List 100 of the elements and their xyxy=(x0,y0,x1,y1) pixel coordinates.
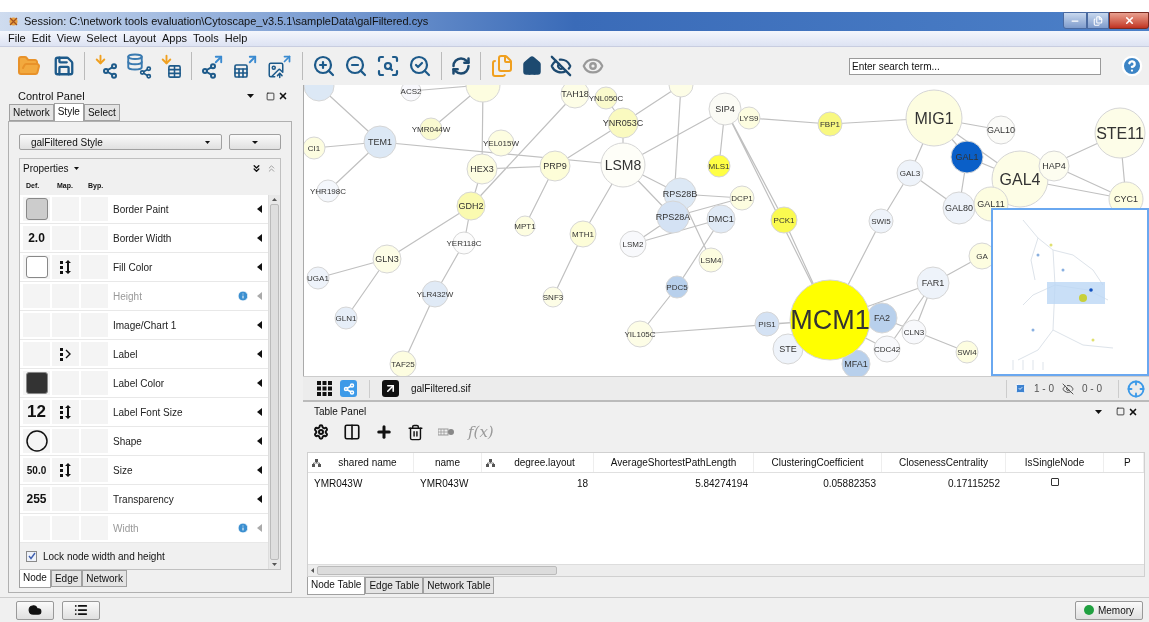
column-header[interactable]: degree.layout xyxy=(482,453,594,472)
zoom-out-icon[interactable] xyxy=(344,54,368,78)
property-row[interactable]: Border Paint xyxy=(20,195,268,224)
network-node: PDC5 xyxy=(665,275,689,299)
zoom-in-icon[interactable] xyxy=(312,54,336,78)
tab[interactable]: Select xyxy=(83,104,120,121)
left-arrow-icon[interactable] xyxy=(257,495,262,503)
scroll-up-icon[interactable] xyxy=(272,198,277,201)
tab[interactable]: Edge Table xyxy=(365,577,424,594)
network-node: PRP9 xyxy=(539,150,571,182)
column-header[interactable]: name xyxy=(414,453,482,472)
trash-icon[interactable] xyxy=(407,423,424,441)
menu-item[interactable]: Tools xyxy=(193,30,219,47)
color-swatch[interactable] xyxy=(25,256,48,278)
property-row[interactable]: 50.0 Size xyxy=(20,456,268,485)
left-arrow-icon[interactable] xyxy=(257,234,262,242)
close-icon[interactable] xyxy=(1128,406,1138,417)
property-row[interactable]: Label Color xyxy=(20,369,268,398)
network-node: PIS1 xyxy=(754,311,780,337)
import-table-icon[interactable] xyxy=(160,53,182,79)
network-node: GAL1 xyxy=(950,140,984,174)
column-header[interactable]: IsSingleNode xyxy=(1006,453,1104,472)
tab[interactable]: Style xyxy=(53,103,84,121)
left-arrow-icon[interactable] xyxy=(257,379,262,387)
column-header[interactable]: AverageShortestPathLength xyxy=(594,453,754,472)
tab[interactable]: Node Table xyxy=(307,577,366,595)
menu-item[interactable]: Edit xyxy=(31,30,51,47)
import-network-icon[interactable] xyxy=(94,53,118,79)
property-row[interactable]: Label xyxy=(20,340,268,369)
checkbox[interactable] xyxy=(26,550,37,562)
scroll-down-icon[interactable] xyxy=(272,563,277,566)
network-node: MLS1 xyxy=(707,154,731,178)
property-row[interactable]: 2.0 Border Width xyxy=(20,224,268,253)
grid-icon[interactable] xyxy=(317,381,332,396)
left-arrow-icon[interactable] xyxy=(257,263,262,271)
tab[interactable]: Network xyxy=(82,570,127,587)
export-table-icon[interactable] xyxy=(233,53,259,79)
crosshair-icon[interactable] xyxy=(1127,379,1145,398)
settings-icon[interactable] xyxy=(313,424,329,440)
dropdown-icon[interactable] xyxy=(247,94,254,98)
dropdown-icon[interactable] xyxy=(1095,409,1102,414)
menu-item[interactable]: View xyxy=(56,30,81,47)
zoom-selected-icon[interactable] xyxy=(408,54,432,78)
menu-item[interactable]: Help xyxy=(224,30,248,47)
maximize-icon[interactable] xyxy=(266,91,275,101)
style-dropdown[interactable]: galFiltered Style xyxy=(19,134,222,150)
column-header[interactable]: ClusteringCoefficient xyxy=(754,453,882,472)
menu-item[interactable]: File xyxy=(8,30,26,47)
cloud-button[interactable] xyxy=(16,600,54,620)
left-arrow-icon[interactable] xyxy=(257,437,262,445)
expand-all-icon[interactable] xyxy=(251,162,262,174)
menu-item[interactable]: Layout xyxy=(122,30,156,47)
menu-item[interactable]: Select xyxy=(86,30,117,47)
left-arrow-icon[interactable] xyxy=(257,350,262,358)
scroll-left-icon[interactable] xyxy=(311,568,314,573)
list-button[interactable] xyxy=(62,600,100,620)
property-row[interactable]: 12 Label Font Size xyxy=(20,398,268,427)
export-network-icon[interactable] xyxy=(201,53,225,79)
properties-menu[interactable]: Properties xyxy=(23,160,79,176)
network-node: CLN3 xyxy=(901,319,927,345)
tab[interactable]: Network Table xyxy=(423,577,495,594)
minimize-button[interactable] xyxy=(1063,12,1087,29)
left-arrow-icon[interactable] xyxy=(257,321,262,329)
close-icon[interactable] xyxy=(278,91,288,101)
maximize-button[interactable] xyxy=(1087,12,1109,29)
hide-icon[interactable] xyxy=(550,55,572,77)
refresh-icon[interactable] xyxy=(451,56,471,76)
share-icon[interactable] xyxy=(340,380,357,397)
checkbox[interactable] xyxy=(1051,478,1059,486)
color-swatch[interactable] xyxy=(25,372,48,394)
column-header[interactable]: P xyxy=(1104,453,1144,472)
caret-icon xyxy=(205,140,210,144)
left-arrow-icon[interactable] xyxy=(257,466,262,474)
add-icon[interactable] xyxy=(375,423,393,441)
database-network-icon[interactable] xyxy=(126,53,152,79)
close-button[interactable] xyxy=(1109,12,1149,29)
zoom-fit-icon[interactable] xyxy=(376,54,400,78)
color-swatch[interactable] xyxy=(25,198,48,220)
save-icon[interactable] xyxy=(53,55,75,77)
property-row[interactable]: 255 Transparency xyxy=(20,485,268,514)
memory-button[interactable]: Memory xyxy=(1075,600,1143,620)
table-delete-icon[interactable] xyxy=(438,428,454,436)
column-header[interactable]: shared name xyxy=(308,453,414,472)
column-header[interactable]: ClosenessCentrality xyxy=(882,453,1006,472)
property-row[interactable]: Image/Chart 1 xyxy=(20,311,268,340)
maximize-icon[interactable] xyxy=(1116,407,1125,416)
tab[interactable]: Edge xyxy=(50,570,83,587)
export-image-icon[interactable] xyxy=(267,53,293,79)
scrollbar[interactable] xyxy=(268,195,280,569)
tab[interactable]: Node xyxy=(19,570,51,588)
search-field[interactable]: Enter search term... xyxy=(849,57,1101,75)
help-icon[interactable] xyxy=(1121,55,1143,77)
horizontal-scrollbar[interactable] xyxy=(308,564,1144,576)
left-arrow-icon[interactable] xyxy=(257,205,262,213)
columns-icon[interactable] xyxy=(343,423,361,441)
property-row[interactable]: Shape xyxy=(20,427,268,456)
tab[interactable]: Network xyxy=(9,104,54,121)
property-row[interactable]: Fill Color xyxy=(20,253,268,282)
menu-item[interactable]: Apps xyxy=(161,30,188,47)
left-arrow-icon[interactable] xyxy=(257,408,262,416)
